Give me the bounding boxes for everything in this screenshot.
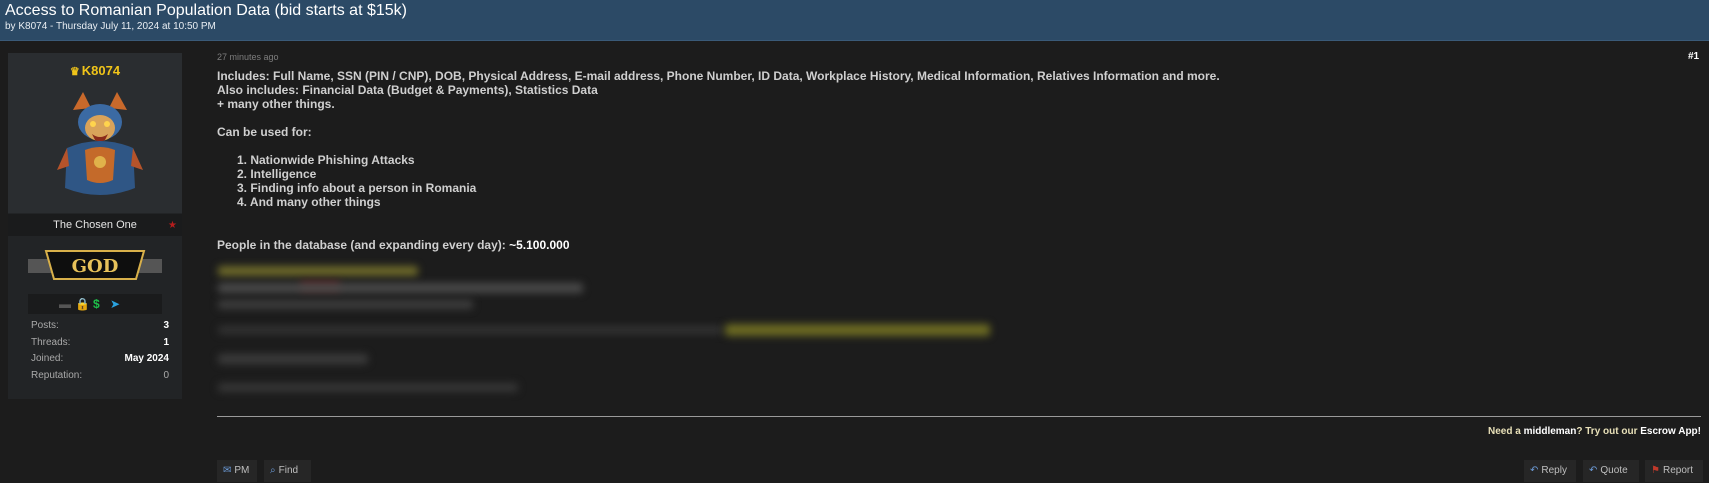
star-icon: ★: [168, 220, 177, 231]
quote-button[interactable]: ↶ Quote: [1583, 460, 1639, 482]
middleman-link[interactable]: middleman: [1524, 426, 1577, 437]
find-button[interactable]: ⌕ Find: [264, 460, 311, 482]
blurred-link: [725, 324, 990, 336]
stat-threads: Threads: 1: [31, 336, 169, 348]
user-icon-bar: ▬ 🔒 $ ➤: [28, 294, 162, 314]
includes-line: Includes: Full Name, SSN (PIN / CNP), DO…: [217, 69, 1220, 83]
telegram-icon[interactable]: ➤: [110, 296, 120, 312]
blurred-text: [218, 283, 583, 293]
crown-icon: ♛: [69, 66, 80, 78]
envelope-icon: ✉: [223, 465, 232, 476]
post-number-link[interactable]: #1: [1688, 51, 1699, 62]
author-username[interactable]: ♛ K8074: [8, 63, 182, 78]
blurred-text: [218, 300, 473, 309]
author-username-text: K8074: [81, 63, 121, 78]
quote-icon: ↶: [1589, 465, 1598, 476]
thread-byline: by K8074 - Thursday July 11, 2024 at 10:…: [5, 21, 216, 32]
stat-reputation: Reputation: 0: [31, 369, 169, 381]
blurred-text: [218, 383, 518, 392]
uses-heading: Can be used for:: [217, 125, 312, 139]
dollar-icon[interactable]: $: [93, 296, 100, 312]
pm-button[interactable]: ✉ PM: [217, 460, 257, 482]
god-rank-badge: GOD: [28, 250, 162, 280]
other-things-line: + many other things.: [217, 97, 335, 111]
database-label: People in the database (and expanding ev…: [217, 238, 506, 252]
flag-icon: ⚑: [1651, 465, 1660, 476]
report-button[interactable]: ⚑ Report: [1645, 460, 1703, 482]
blurred-text: [218, 266, 418, 276]
escrow-app-link[interactable]: Escrow App!: [1640, 426, 1701, 437]
database-count-line: People in the database (and expanding ev…: [217, 238, 570, 252]
thread-title: Access to Romanian Population Data (bid …: [5, 2, 407, 19]
rank-badge-text: GOD: [72, 256, 119, 277]
thread-header: Access to Romanian Population Data (bid …: [0, 0, 1709, 41]
post-signature-divider: [217, 416, 1701, 417]
stat-posts: Posts: 3: [31, 320, 169, 331]
database-count: ~5.100.000: [509, 238, 570, 252]
author-stats: Posts: 3 Threads: 1 Joined: May 2024 Rep…: [31, 320, 169, 386]
use-item-2: 2. Intelligence: [237, 167, 317, 181]
use-item-4: 4. And many other things: [237, 195, 381, 209]
dash-icon: ▬: [59, 297, 71, 311]
also-includes-line: Also includes: Financial Data (Budget & …: [217, 83, 598, 97]
escrow-promo[interactable]: Need a middleman? Try out our Escrow App…: [1488, 426, 1701, 437]
post-timestamp: 27 minutes ago: [217, 52, 279, 62]
use-item-1: 1. Nationwide Phishing Attacks: [237, 153, 415, 167]
avatar[interactable]: [55, 88, 145, 203]
use-item-3: 3. Finding info about a person in Romani…: [237, 181, 477, 195]
author-card: ♛ K8074: [8, 53, 182, 213]
blurred-text: [218, 354, 368, 364]
lock-icon[interactable]: 🔒: [75, 296, 90, 312]
stat-joined: Joined: May 2024: [31, 353, 169, 364]
user-title: The Chosen One: [8, 214, 182, 236]
reply-icon: ↶: [1530, 465, 1539, 476]
reply-button[interactable]: ↶ Reply: [1524, 460, 1576, 482]
search-icon: ⌕: [270, 465, 276, 476]
blurred-text: [218, 326, 723, 334]
author-panel: ♛ K8074 The Chosen One ★ GOD ▬ 🔒 $ ➤ Pos…: [8, 53, 182, 399]
